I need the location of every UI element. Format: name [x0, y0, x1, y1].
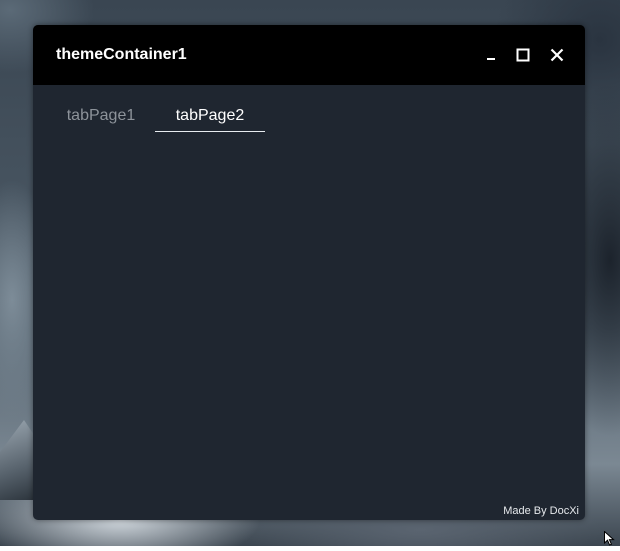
tab-tabpage1[interactable]: tabPage1 — [55, 107, 147, 133]
minimize-button[interactable] — [479, 43, 503, 67]
mouse-pointer-icon — [604, 530, 616, 551]
window-title: themeContainer1 — [56, 46, 187, 63]
tab-content-panel — [33, 135, 585, 505]
maximize-icon — [516, 48, 530, 62]
tab-strip: tabPage1 tabPage2 — [33, 85, 585, 135]
close-icon — [550, 48, 564, 62]
footer-credit: Made By DocXi — [503, 505, 579, 517]
theme-container-window: themeContainer1 tabPage1 tabPage2 Made B… — [33, 25, 585, 520]
active-tab-indicator — [155, 131, 265, 132]
maximize-button[interactable] — [511, 43, 535, 67]
window-titlebar[interactable]: themeContainer1 — [33, 25, 585, 85]
minimize-icon — [487, 58, 495, 60]
close-button[interactable] — [545, 43, 569, 67]
tab-tabpage2[interactable]: tabPage2 — [155, 107, 265, 133]
